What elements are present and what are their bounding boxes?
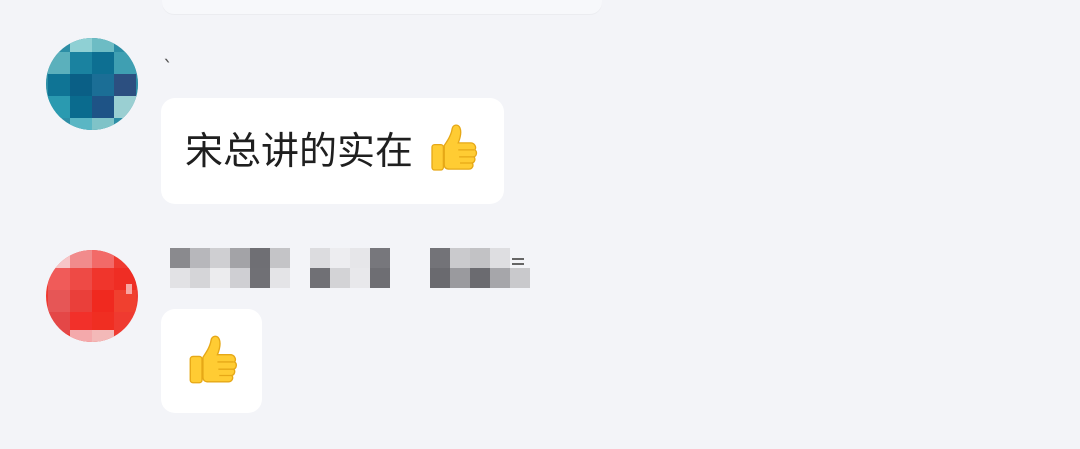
thumbs-up-icon <box>425 120 481 178</box>
sender-name-pixelated <box>168 246 538 292</box>
pixelated-avatar-image <box>46 38 138 130</box>
pixelated-avatar-image <box>46 250 138 342</box>
previous-message-bubble <box>162 0 602 14</box>
sender-avatar[interactable] <box>46 250 138 342</box>
message-bubble[interactable] <box>161 309 262 413</box>
sender-name: ` <box>163 56 173 80</box>
thumbs-up-icon <box>183 331 241 391</box>
sender-avatar[interactable] <box>46 38 138 130</box>
message-text: 宋总讲的实在 <box>185 129 414 173</box>
message-bubble[interactable]: 宋总讲的实在 <box>161 98 504 204</box>
